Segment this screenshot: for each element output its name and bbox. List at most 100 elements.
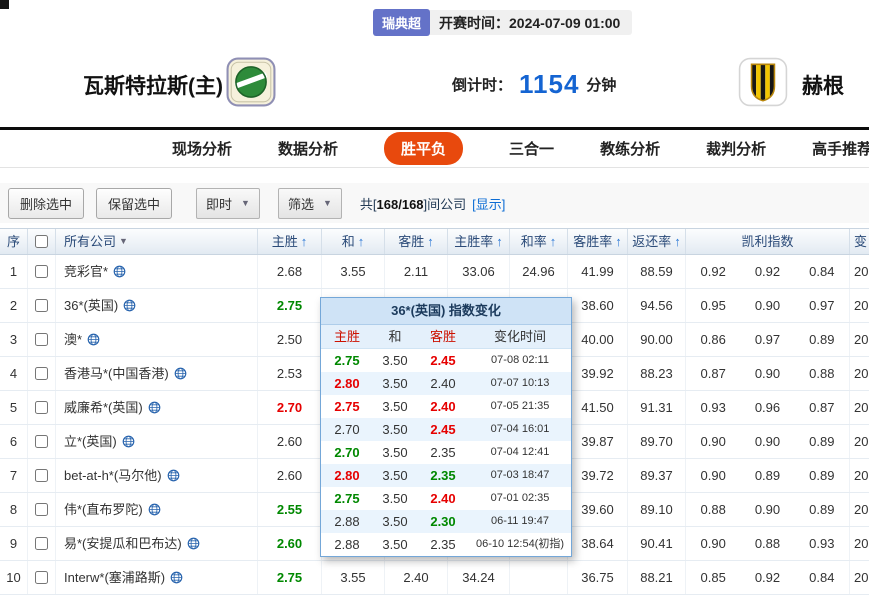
- change-time: 20: [850, 425, 869, 458]
- globe-icon: [170, 571, 183, 584]
- delete-selected-button[interactable]: 删除选中: [8, 188, 84, 219]
- popup-draw-value: 3.50: [373, 441, 417, 464]
- company-name-cell[interactable]: 立*(英国): [56, 425, 258, 458]
- home-odds[interactable]: 2.75: [258, 289, 322, 322]
- home-odds[interactable]: 2.60: [258, 527, 322, 560]
- row-number: 1: [0, 255, 28, 288]
- column-header-kelly[interactable]: 凯利指数: [686, 229, 850, 254]
- caret-down-icon[interactable]: ▼: [119, 229, 128, 254]
- row-number: 9: [0, 527, 28, 560]
- popup-home-value: 2.70: [321, 441, 373, 464]
- row-checkbox[interactable]: [35, 265, 48, 278]
- row-checkbox[interactable]: [35, 367, 48, 380]
- kelly-value: 0.97: [740, 323, 794, 356]
- row-checkbox[interactable]: [35, 299, 48, 312]
- company-name-cell[interactable]: 澳*: [56, 323, 258, 356]
- home-odds[interactable]: 2.60: [258, 459, 322, 492]
- sort-up-icon[interactable]: ↑: [496, 229, 503, 254]
- countdown-unit: 分钟: [586, 74, 616, 95]
- sort-up-icon[interactable]: ↑: [615, 229, 622, 254]
- column-header-check[interactable]: [28, 229, 56, 254]
- draw-odds: 3.55: [322, 561, 385, 594]
- column-header-change[interactable]: 变: [850, 229, 869, 254]
- kelly-index-cell: 0.860.970.89: [686, 323, 850, 356]
- show-link[interactable]: [显示]: [472, 194, 505, 213]
- kelly-value: 0.87: [686, 357, 740, 390]
- home-odds[interactable]: 2.55: [258, 493, 322, 526]
- company-name-cell[interactable]: 伟*(直布罗陀): [56, 493, 258, 526]
- column-label: 凯利指数: [741, 229, 793, 254]
- tab-live-analysis[interactable]: 现场分析: [172, 138, 232, 159]
- column-header-away[interactable]: 客胜↑: [385, 229, 448, 254]
- filter-dropdown[interactable]: 筛选 ▼: [278, 188, 342, 219]
- column-header-draw[interactable]: 和↑: [322, 229, 385, 254]
- away-win-rate: 39.72: [568, 459, 628, 492]
- column-header-arate[interactable]: 客胜率↑: [568, 229, 628, 254]
- popup-row: 2.883.502.3506-10 12:54(初指): [321, 533, 571, 556]
- popup-body: 2.753.502.4507-08 02:112.803.502.4007-07…: [321, 349, 571, 556]
- company-name-cell[interactable]: 易*(安提瓜和巴布达): [56, 527, 258, 560]
- row-checkbox[interactable]: [35, 401, 48, 414]
- sort-up-icon[interactable]: ↑: [674, 229, 681, 254]
- kelly-value: 0.90: [740, 289, 794, 322]
- popup-home-value: 2.80: [321, 372, 373, 395]
- home-odds[interactable]: 2.50: [258, 323, 322, 356]
- kelly-index-cell: 0.880.900.89: [686, 493, 850, 526]
- column-header-home[interactable]: 主胜↑: [258, 229, 322, 254]
- column-header-hrate[interactable]: 主胜率↑: [448, 229, 510, 254]
- company-name: 易*(安提瓜和巴布达): [64, 527, 182, 560]
- row-checkbox[interactable]: [35, 537, 48, 550]
- home-odds[interactable]: 2.75: [258, 561, 322, 594]
- sort-up-icon[interactable]: ↑: [301, 229, 308, 254]
- tab-referee-analysis[interactable]: 裁判分析: [706, 138, 766, 159]
- sort-up-icon[interactable]: ↑: [550, 229, 557, 254]
- keep-selected-button[interactable]: 保留选中: [96, 188, 172, 219]
- globe-icon: [167, 469, 180, 482]
- tab-win-draw-loss[interactable]: 胜平负: [384, 132, 463, 165]
- change-time: 20: [850, 357, 869, 390]
- column-header-name[interactable]: 所有公司▼: [56, 229, 258, 254]
- instant-dropdown[interactable]: 即时 ▼: [196, 188, 260, 219]
- company-name-cell[interactable]: 威廉希*(英国): [56, 391, 258, 424]
- return-rate: 90.00: [628, 323, 686, 356]
- tab-expert-picks[interactable]: 高手推荐: [812, 138, 869, 159]
- company-name-cell[interactable]: 竞彩官*: [56, 255, 258, 288]
- tab-coach-analysis[interactable]: 教练分析: [600, 138, 660, 159]
- home-odds[interactable]: 2.60: [258, 425, 322, 458]
- return-rate: 88.59: [628, 255, 686, 288]
- home-odds[interactable]: 2.53: [258, 357, 322, 390]
- select-all-checkbox[interactable]: [35, 235, 48, 248]
- kelly-index-cell: 0.920.920.84: [686, 255, 850, 288]
- sort-up-icon[interactable]: ↑: [427, 229, 434, 254]
- row-checkbox[interactable]: [35, 469, 48, 482]
- row-checkbox[interactable]: [35, 503, 48, 516]
- kelly-value: 0.90: [686, 459, 740, 492]
- sort-up-icon[interactable]: ↑: [358, 229, 365, 254]
- popup-home-value: 2.70: [321, 418, 373, 441]
- home-odds[interactable]: 2.68: [258, 255, 322, 288]
- globe-icon: [148, 401, 161, 414]
- caret-down-icon: ▼: [323, 198, 332, 208]
- row-checkbox[interactable]: [35, 435, 48, 448]
- league-badge[interactable]: 瑞典超: [373, 9, 430, 36]
- tab-three-in-one[interactable]: 三合一: [509, 138, 554, 159]
- kelly-index-cell: 0.950.900.97: [686, 289, 850, 322]
- company-name: 香港马*(中国香港): [64, 357, 169, 390]
- row-checkbox[interactable]: [35, 571, 48, 584]
- column-header-rrate[interactable]: 返还率↑: [628, 229, 686, 254]
- change-time: 20: [850, 493, 869, 526]
- column-header-drate[interactable]: 和率↑: [510, 229, 568, 254]
- popup-away-value: 2.40: [417, 487, 469, 510]
- company-name: 伟*(直布罗陀): [64, 493, 143, 526]
- company-name-cell[interactable]: 36*(英国): [56, 289, 258, 322]
- row-checkbox[interactable]: [35, 333, 48, 346]
- company-name-cell[interactable]: bet-at-h*(马尔他): [56, 459, 258, 492]
- globe-icon: [123, 299, 136, 312]
- company-name-cell[interactable]: 香港马*(中国香港): [56, 357, 258, 390]
- home-odds[interactable]: 2.70: [258, 391, 322, 424]
- company-name-cell[interactable]: Interw*(塞浦路斯): [56, 561, 258, 594]
- kelly-value: 0.86: [686, 323, 740, 356]
- kelly-index-cell: 0.930.960.87: [686, 391, 850, 424]
- globe-icon: [113, 265, 126, 278]
- tab-data-analysis[interactable]: 数据分析: [278, 138, 338, 159]
